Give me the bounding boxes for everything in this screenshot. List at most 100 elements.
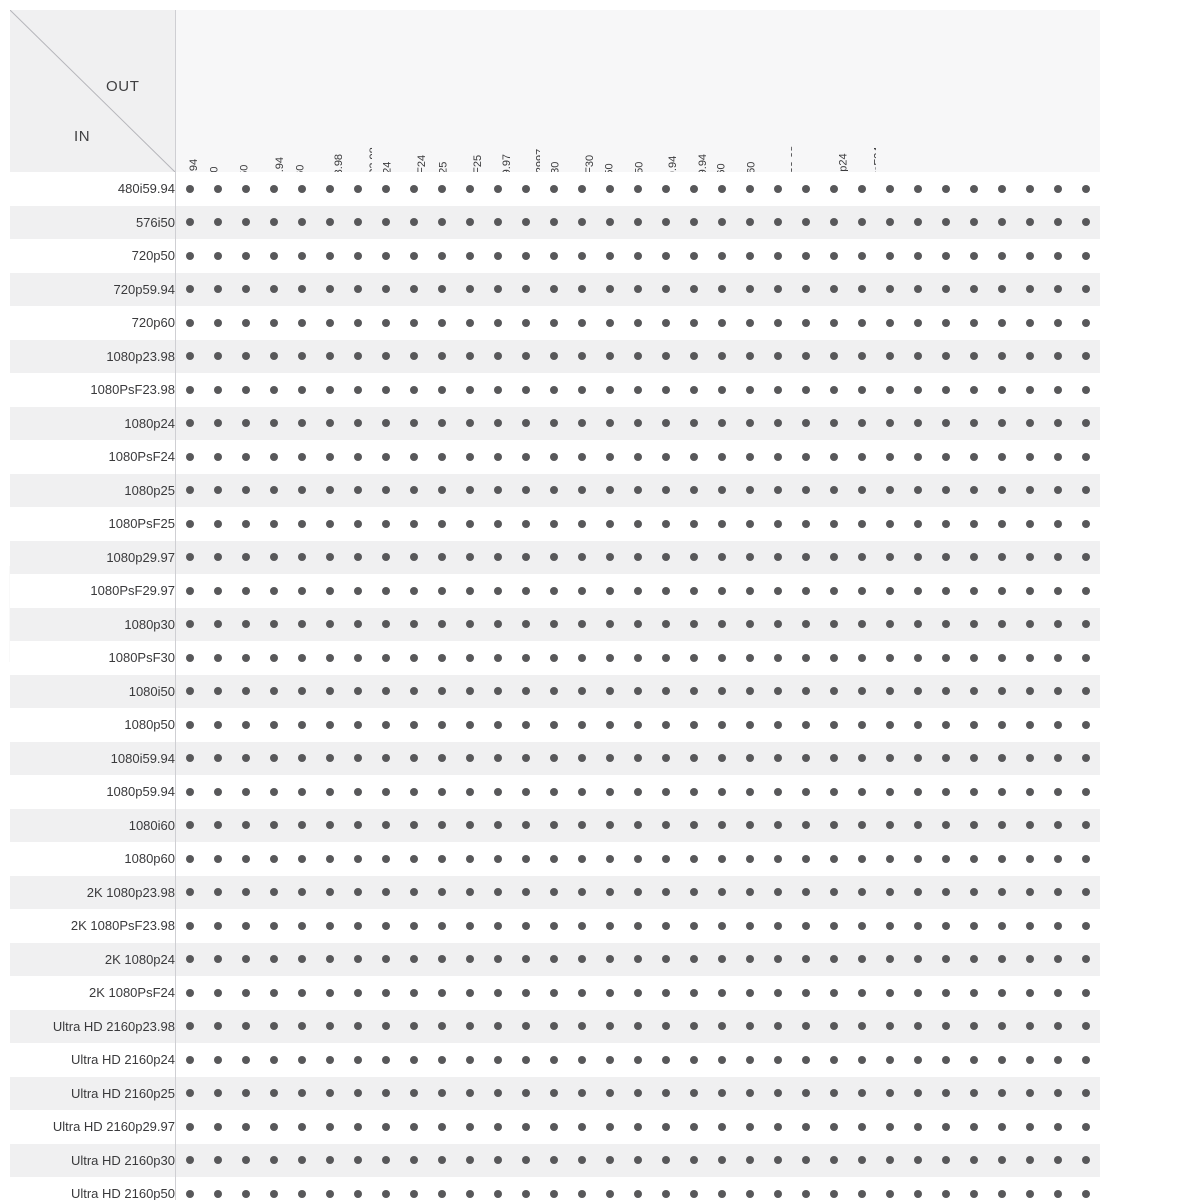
matrix-cell <box>372 674 400 708</box>
matrix-cell <box>540 641 568 675</box>
table-row: 480i59.94 <box>10 172 1100 206</box>
matrix-cell <box>540 272 568 306</box>
supported-dot-icon <box>354 888 362 897</box>
supported-dot-icon <box>718 318 726 327</box>
matrix-cell <box>932 708 960 742</box>
matrix-cell <box>428 1043 456 1077</box>
matrix-cell <box>596 406 624 440</box>
supported-dot-icon <box>746 586 754 595</box>
matrix-cell <box>1072 909 1100 943</box>
supported-dot-icon <box>242 955 250 964</box>
matrix-cell <box>175 641 204 675</box>
matrix-cell <box>680 808 708 842</box>
matrix-cell <box>848 1043 876 1077</box>
supported-dot-icon <box>1054 318 1062 327</box>
matrix-cell <box>175 741 204 775</box>
matrix-cell <box>484 674 512 708</box>
supported-dot-icon <box>1054 988 1062 997</box>
matrix-cell <box>932 1110 960 1144</box>
table-row: Ultra HD 2160p50 <box>10 1177 1100 1200</box>
matrix-cell <box>288 741 316 775</box>
table-row: 1080PsF23.98 <box>10 373 1100 407</box>
supported-dot-icon <box>382 955 390 964</box>
supported-dot-icon <box>718 720 726 729</box>
supported-dot-icon <box>410 1089 418 1098</box>
supported-dot-icon <box>942 586 950 595</box>
supported-dot-icon <box>214 385 222 394</box>
matrix-cell <box>792 205 820 239</box>
matrix-cell <box>512 1110 540 1144</box>
supported-dot-icon <box>1082 1055 1090 1064</box>
matrix-cell <box>512 741 540 775</box>
supported-dot-icon <box>774 318 782 327</box>
matrix-cell <box>1016 708 1044 742</box>
supported-dot-icon <box>690 1156 698 1165</box>
matrix-cell <box>316 373 344 407</box>
table-row: 720p50 <box>10 239 1100 273</box>
supported-dot-icon <box>998 787 1006 796</box>
matrix-cell <box>652 473 680 507</box>
supported-dot-icon <box>550 352 558 361</box>
matrix-cell <box>1044 674 1072 708</box>
matrix-cell <box>932 674 960 708</box>
matrix-cell <box>260 875 288 909</box>
matrix-cell <box>232 1177 260 1200</box>
supported-dot-icon <box>746 620 754 629</box>
supported-dot-icon <box>354 988 362 997</box>
matrix-cell <box>288 842 316 876</box>
matrix-cell <box>932 1076 960 1110</box>
supported-dot-icon <box>466 888 474 897</box>
matrix-cell <box>792 1076 820 1110</box>
supported-dot-icon <box>858 754 866 763</box>
supported-dot-icon <box>718 285 726 294</box>
matrix-cell <box>344 306 372 340</box>
supported-dot-icon <box>326 285 334 294</box>
supported-dot-icon <box>606 419 614 428</box>
supported-dot-icon <box>326 1156 334 1165</box>
matrix-cell <box>316 272 344 306</box>
supported-dot-icon <box>410 787 418 796</box>
matrix-cell <box>428 540 456 574</box>
supported-dot-icon <box>690 1055 698 1064</box>
supported-dot-icon <box>830 452 838 461</box>
column-header-5: 1080p23.98 <box>316 10 344 172</box>
matrix-cell <box>316 440 344 474</box>
supported-dot-icon <box>1082 620 1090 629</box>
matrix-cell <box>904 942 932 976</box>
supported-dot-icon <box>914 1189 922 1198</box>
column-header-19: 1080i60 <box>708 10 736 172</box>
matrix-cell <box>708 1076 736 1110</box>
supported-dot-icon <box>326 251 334 260</box>
matrix-cell <box>988 775 1016 809</box>
matrix-cell <box>512 272 540 306</box>
matrix-cell <box>680 842 708 876</box>
supported-dot-icon <box>494 1156 502 1165</box>
supported-dot-icon <box>550 988 558 997</box>
matrix-cell <box>596 272 624 306</box>
supported-dot-icon <box>606 586 614 595</box>
matrix-cell <box>372 339 400 373</box>
supported-dot-icon <box>746 519 754 528</box>
matrix-cell <box>344 741 372 775</box>
supported-dot-icon <box>774 854 782 863</box>
supported-dot-icon <box>802 586 810 595</box>
matrix-cell <box>1044 574 1072 608</box>
supported-dot-icon <box>830 720 838 729</box>
supported-dot-icon <box>438 1189 446 1198</box>
matrix-cell <box>232 507 260 541</box>
supported-dot-icon <box>886 1156 894 1165</box>
supported-dot-icon <box>998 888 1006 897</box>
supported-dot-icon <box>466 519 474 528</box>
supported-dot-icon <box>606 1189 614 1198</box>
matrix-cell <box>1016 507 1044 541</box>
supported-dot-icon <box>522 821 530 830</box>
matrix-cell <box>372 507 400 541</box>
supported-dot-icon <box>942 687 950 696</box>
matrix-cell <box>512 674 540 708</box>
matrix-cell <box>1072 708 1100 742</box>
matrix-cell <box>904 205 932 239</box>
supported-dot-icon <box>942 988 950 997</box>
matrix-cell <box>456 540 484 574</box>
matrix-cell <box>372 239 400 273</box>
supported-dot-icon <box>186 352 194 361</box>
